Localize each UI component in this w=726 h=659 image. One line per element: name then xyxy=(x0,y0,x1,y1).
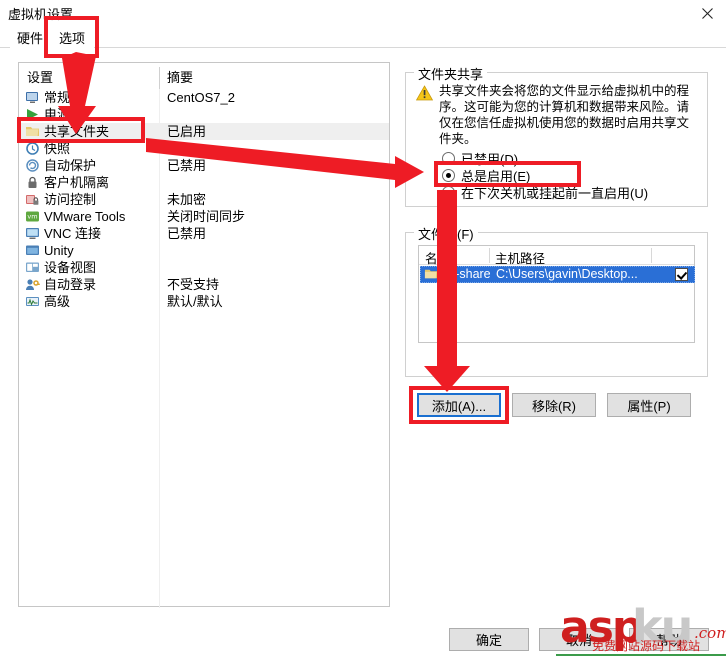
settings-row-unity[interactable]: Unity xyxy=(19,242,389,259)
vmware-tools-icon: vm xyxy=(25,209,40,224)
column-header-summary: 摘要 xyxy=(167,70,194,85)
radio-disabled[interactable]: 已禁用(D) xyxy=(442,150,518,167)
lock-icon xyxy=(25,175,40,190)
column-header-setting: 设置 xyxy=(27,70,54,85)
autologin-icon xyxy=(25,277,40,292)
folders-header-divider-2 xyxy=(651,248,652,263)
cancel-button-label: 取消 xyxy=(565,633,592,648)
tab-hardware-label: 硬件 xyxy=(17,30,44,46)
tab-options-label: 选项 xyxy=(58,30,85,46)
settings-row-summary: 已禁用 xyxy=(167,226,207,241)
radio-disabled-mark xyxy=(442,152,455,165)
tab-strip: 硬件 选项 xyxy=(0,26,726,48)
settings-row-autologin[interactable]: 自动登录 不受支持 xyxy=(19,276,389,293)
folder-row-enabled-checkbox[interactable] xyxy=(675,268,688,281)
watermark-underline xyxy=(556,654,726,656)
settings-row-summary: 已启用 xyxy=(167,124,207,139)
warning-icon xyxy=(415,85,434,101)
folders-legend: 文件夹(F) xyxy=(414,224,478,243)
folder-icon xyxy=(424,267,438,281)
radio-always-enabled[interactable]: 总是启用(E) xyxy=(442,167,530,184)
settings-row-label: Unity xyxy=(44,243,74,258)
folder-row-path: C:\Users\gavin\Desktop... xyxy=(496,267,638,281)
settings-row-snapshot[interactable]: 快照 xyxy=(19,140,389,157)
settings-row-label: 电源 xyxy=(44,107,71,122)
settings-row-summary: 不受支持 xyxy=(167,277,220,292)
svg-text:vm: vm xyxy=(27,213,37,221)
settings-row-shared-folders[interactable]: 共享文件夹 已启用 xyxy=(19,123,389,140)
settings-row-guest-isolation[interactable]: 客户机隔离 xyxy=(19,174,389,191)
snapshot-icon xyxy=(25,141,40,156)
folder-sharing-warning-text: 共享文件夹会将您的文件显示给虚拟机中的程序。这可能为您的计算机和数据带来风险。请… xyxy=(439,84,690,146)
radio-until-next-shutdown[interactable]: 在下次关机或挂起前一直启用(U) xyxy=(442,184,648,201)
folder-row-name: pc-share xyxy=(442,267,491,281)
settings-row-general[interactable]: 常规 CentOS7_2 xyxy=(19,89,389,106)
ok-button-label: 确定 xyxy=(475,633,502,648)
folders-header-divider-1 xyxy=(489,248,490,263)
folder-sharing-group: 文件夹共享 共享文件夹会将您的文件显示给虚拟机中的程序。这可能为您的计算机和数据… xyxy=(405,64,708,207)
monitor-icon xyxy=(25,90,40,105)
settings-row-label: 访问控制 xyxy=(44,192,97,207)
settings-row-summary: 已禁用 xyxy=(167,158,207,173)
folders-column-name: 名称 xyxy=(425,252,451,266)
radio-always-enabled-mark xyxy=(442,169,455,182)
settings-row-summary: 默认/默认 xyxy=(167,294,223,309)
power-icon xyxy=(25,107,40,122)
help-button[interactable]: 帮助 xyxy=(629,628,709,651)
advanced-icon xyxy=(25,294,40,309)
settings-row-label: 设备视图 xyxy=(44,260,97,275)
folder-properties-button-label: 属性(P) xyxy=(627,398,671,414)
title-bar: 虚拟机设置 xyxy=(0,0,726,26)
settings-row-label: 高级 xyxy=(44,294,71,309)
remove-folder-button[interactable]: 移除(R) xyxy=(512,393,596,417)
tab-hardware[interactable]: 硬件 xyxy=(10,26,51,48)
add-folder-button[interactable]: 添加(A)... xyxy=(417,393,501,417)
ok-button[interactable]: 确定 xyxy=(449,628,529,651)
column-divider xyxy=(159,67,160,89)
folders-column-path: 主机路径 xyxy=(495,252,546,266)
settings-row-label: 共享文件夹 xyxy=(44,124,110,139)
settings-row-label: 快照 xyxy=(44,141,71,156)
radio-until-next-shutdown-mark xyxy=(442,186,455,199)
settings-row-device-view[interactable]: 设备视图 xyxy=(19,259,389,276)
settings-row-summary: 未加密 xyxy=(167,192,207,207)
settings-row-advanced[interactable]: 高级 默认/默认 xyxy=(19,293,389,310)
settings-row-summary: CentOS7_2 xyxy=(167,90,235,105)
settings-row-access-control[interactable]: 访问控制 未加密 xyxy=(19,191,389,208)
folder-sharing-legend: 文件夹共享 xyxy=(414,64,488,83)
folders-group: 文件夹(F) 名称 主机路径 pc-share C:\Users\gavin\D… xyxy=(405,224,708,377)
close-icon[interactable] xyxy=(694,3,720,23)
autoprotect-icon xyxy=(25,158,40,173)
vnc-icon xyxy=(25,226,40,241)
settings-row-label: 自动保护 xyxy=(44,158,97,173)
settings-row-vmware-tools[interactable]: vm VMware Tools 关闭时间同步 xyxy=(19,208,389,225)
settings-list[interactable]: 设置 摘要 常规 CentOS7_2 电源 共享文件夹 已启用 快照 自动保护 … xyxy=(18,62,390,608)
add-folder-button-label: 添加(A)... xyxy=(431,398,487,414)
virtual-machine-settings-dialog: 虚拟机设置 硬件 选项 设置 摘要 常规 CentOS7_2 电源 共享文件夹 … xyxy=(0,0,726,659)
settings-row-power[interactable]: 电源 xyxy=(19,106,389,123)
help-button-label: 帮助 xyxy=(655,633,682,648)
settings-row-vnc[interactable]: VNC 连接 已禁用 xyxy=(19,225,389,242)
tab-options[interactable]: 选项 xyxy=(50,26,94,48)
folders-table[interactable]: 名称 主机路径 pc-share C:\Users\gavin\Desktop.… xyxy=(418,245,695,343)
folder-properties-button[interactable]: 属性(P) xyxy=(607,393,691,417)
radio-until-next-shutdown-label: 在下次关机或挂起前一直启用(U) xyxy=(461,186,649,201)
settings-row-label: 自动登录 xyxy=(44,277,97,292)
cancel-button[interactable]: 取消 xyxy=(539,628,619,651)
settings-list-header: 设置 摘要 xyxy=(19,63,389,87)
device-view-icon xyxy=(25,260,40,275)
unity-icon xyxy=(25,243,40,258)
settings-row-label: 常规 xyxy=(44,90,71,105)
settings-row-label: VMware Tools xyxy=(44,209,126,224)
remove-folder-button-label: 移除(R) xyxy=(531,398,577,414)
page-title: 虚拟机设置 xyxy=(8,7,74,22)
table-row[interactable]: pc-share C:\Users\gavin\Desktop... xyxy=(420,266,695,283)
folders-table-header: 名称 主机路径 xyxy=(419,246,694,266)
folder-icon xyxy=(25,124,40,139)
settings-row-label: VNC 连接 xyxy=(44,226,102,241)
settings-row-autoprotect[interactable]: 自动保护 已禁用 xyxy=(19,157,389,174)
settings-row-label: 客户机隔离 xyxy=(44,175,110,190)
settings-row-summary: 关闭时间同步 xyxy=(167,209,246,224)
access-control-icon xyxy=(25,192,40,207)
